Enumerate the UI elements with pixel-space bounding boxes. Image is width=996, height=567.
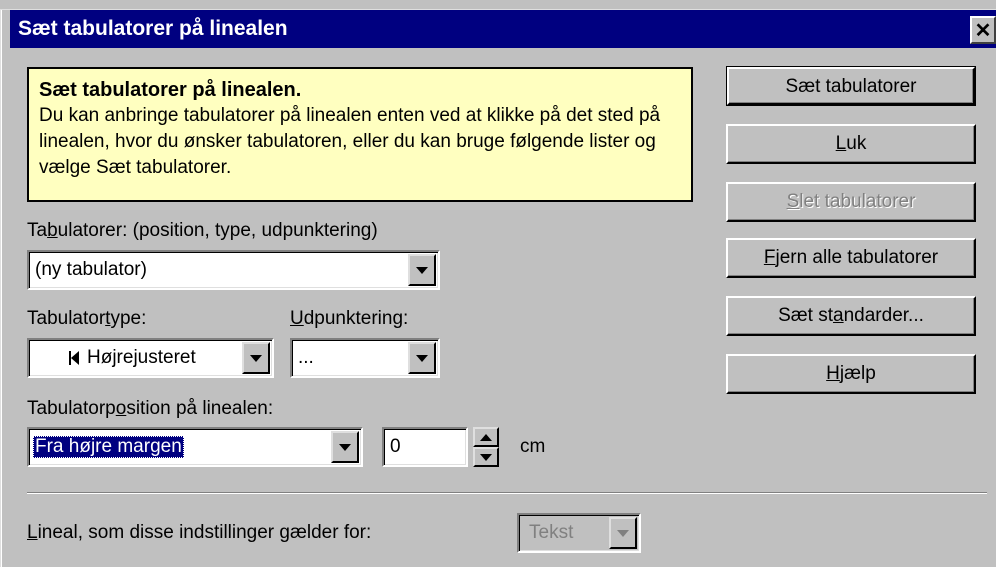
tabs-list-label: Tabulatorer: (position, type, udpunkteri… [27,220,378,241]
tabs-list-combo[interactable]: (ny tabulator) [27,250,440,290]
window-frame-top [0,0,996,10]
remove-all-tabs-button[interactable]: Fjern alle tabulatorer [726,238,976,278]
arrow-up-icon [480,433,492,441]
chevron-down-icon [339,443,351,451]
ruler-dropdown-button [609,517,637,549]
tabs-list-dropdown-button[interactable] [408,254,436,286]
leader-value: ... [298,347,314,368]
spin-down-button[interactable] [473,447,499,467]
close-icon: ✕ [974,20,992,42]
position-label: Tabulatorposition på linealen: [27,398,274,419]
right-align-tab-icon [69,351,79,365]
chevron-down-icon [416,354,428,362]
position-from-combo[interactable]: Fra højre margen [27,427,363,467]
ruler-combo: Tekst [517,513,641,553]
tip-title: Sæt tabulatorer på linealen. [39,79,302,101]
chevron-down-icon [617,529,629,537]
arrow-down-icon [480,453,492,461]
title-bar: Sæt tabulatorer på linealen ✕ [10,10,996,48]
leader-label: Udpunktering: [290,308,409,329]
tab-type-dropdown-button[interactable] [242,342,270,374]
spin-up-button[interactable] [473,427,499,447]
leader-dropdown-button[interactable] [408,342,436,374]
close-button[interactable]: ✕ [970,16,996,44]
unit-label: cm [520,436,546,457]
tab-type-label: Tabulatortype: [27,308,147,329]
ruler-label: Lineal, som disse indstillinger gælder f… [27,522,372,543]
delete-tabs-button: Slet tabulatorer [726,182,976,222]
help-button[interactable]: Hjælp [726,354,976,394]
window-frame-left [0,10,10,567]
tabs-list-value: (ny tabulator) [35,259,147,280]
chevron-down-icon [250,354,262,362]
separator [27,492,987,494]
position-from-dropdown-button[interactable] [331,431,359,463]
tab-type-combo[interactable]: Højrejusteret [27,338,274,378]
leader-combo[interactable]: ... [290,338,440,378]
position-spinner[interactable] [473,427,499,467]
tip-body: Du kan anbringe tabulatorer på linealen … [39,105,661,178]
position-from-value: Fra højre margen [33,436,184,458]
set-defaults-button[interactable]: Sæt standarder... [726,296,976,336]
position-number-input[interactable]: 0 [382,427,468,467]
tab-type-value: Højrejusteret [87,347,196,368]
chevron-down-icon [416,266,428,274]
close-dialog-button[interactable]: Luk [726,124,976,164]
position-number-value: 0 [390,436,401,457]
dialog-title: Sæt tabulatorer på linealen [18,17,288,40]
help-tip-box: Sæt tabulatorer på linealen. Du kan anbr… [27,67,693,202]
ruler-value: Tekst [529,522,574,543]
set-tabs-button[interactable]: Sæt tabulatorer [726,66,976,106]
